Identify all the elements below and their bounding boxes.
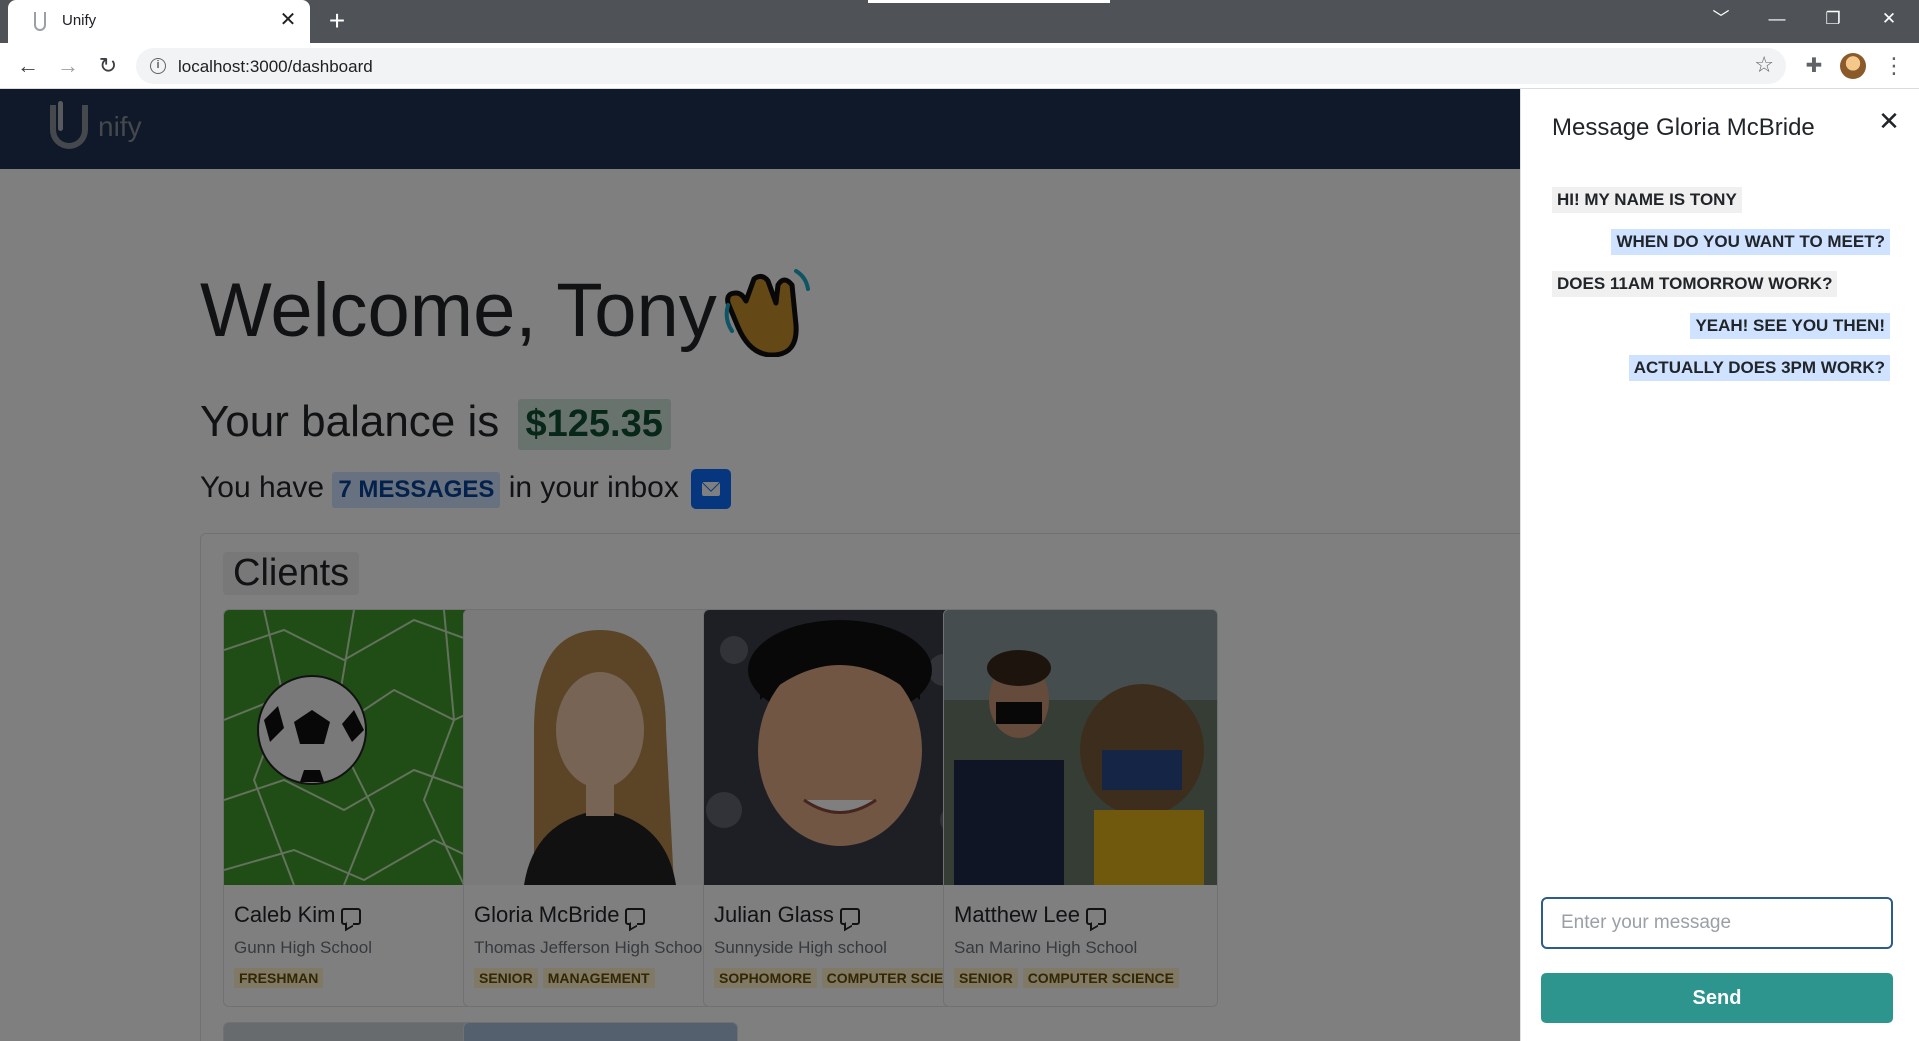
message-bubble-sent: YEAH! SEE YOU THEN! <box>1690 313 1890 339</box>
reload-icon[interactable]: ↻ <box>92 50 124 82</box>
close-window-button[interactable]: ✕ <box>1861 0 1917 38</box>
restore-button[interactable]: ❐ <box>1805 0 1861 38</box>
minimize-button[interactable]: — <box>1749 0 1805 38</box>
browser-toolbar: ← → ↻ i localhost:3000/dashboard ☆ ✚ ⋮ <box>0 43 1919 89</box>
message-bubble-received: DOES 11AM TOMORROW WORK? <box>1552 271 1838 297</box>
message-bubble-sent: WHEN DO YOU WANT TO MEET? <box>1611 229 1890 255</box>
browser-menu-icon[interactable]: ⋮ <box>1880 52 1908 80</box>
profile-avatar[interactable] <box>1840 53 1866 79</box>
browser-tab[interactable]: Unify ✕ <box>8 0 310 43</box>
modal-backdrop[interactable] <box>0 89 1520 1041</box>
close-icon[interactable]: ✕ <box>1873 105 1905 137</box>
new-tab-button[interactable]: + <box>322 6 352 36</box>
drawer-title: Message Gloria McBride <box>1552 114 1815 141</box>
address-bar[interactable]: i localhost:3000/dashboard ☆ <box>136 48 1786 84</box>
loading-indicator <box>868 0 1110 3</box>
tab-title: Unify <box>62 12 97 29</box>
message-bubble-sent: ACTUALLY DOES 3PM WORK? <box>1628 355 1890 381</box>
message-bubble-received: HI! MY NAME IS TONY <box>1552 187 1742 213</box>
site-info-icon[interactable]: i <box>150 58 166 74</box>
bookmark-star-icon[interactable]: ☆ <box>1754 52 1774 78</box>
url-text[interactable]: localhost:3000/dashboard <box>178 57 373 77</box>
forward-icon[interactable]: → <box>52 50 84 82</box>
extensions-puzzle-icon[interactable]: ✚ <box>1800 52 1828 80</box>
back-icon[interactable]: ← <box>12 50 44 82</box>
unify-favicon-icon <box>34 12 46 31</box>
message-drawer: Message Gloria McBride ✕ HI! MY NAME IS … <box>1520 89 1919 1041</box>
tab-search-icon[interactable]: ﹀ <box>1693 0 1749 38</box>
tab-close-icon[interactable]: ✕ <box>276 8 300 32</box>
send-button[interactable]: Send <box>1541 973 1893 1023</box>
message-input[interactable] <box>1541 897 1893 949</box>
browser-tabstrip: Unify ✕ + ﹀ — ❐ ✕ <box>0 0 1919 43</box>
